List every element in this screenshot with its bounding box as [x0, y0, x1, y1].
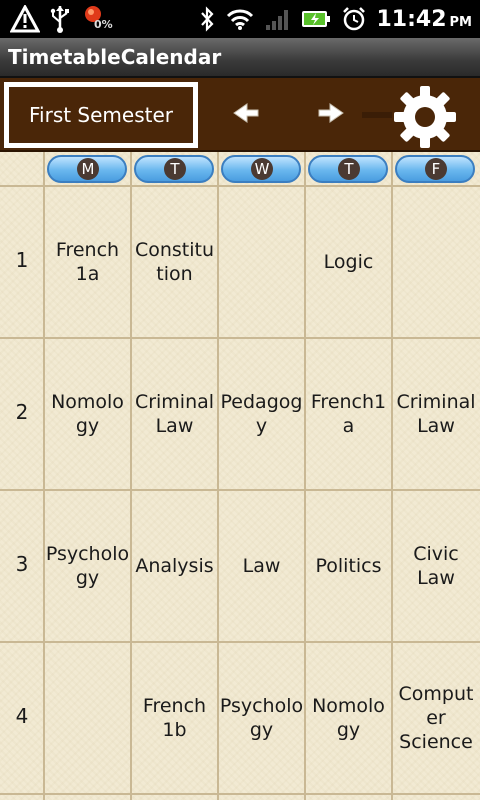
day-header-4[interactable]: T: [308, 155, 388, 183]
timetable-cell[interactable]: Pedagog y: [218, 338, 305, 490]
timetable-cell[interactable]: Constitu tion: [131, 186, 218, 338]
timetable-cell[interactable]: Politics: [305, 490, 392, 642]
day-header-3[interactable]: W: [221, 155, 301, 183]
timetable-cell[interactable]: Civic Law: [392, 490, 480, 642]
status-bar: 0% 11:42 PM: [0, 0, 480, 38]
day-header-5[interactable]: F: [395, 155, 475, 183]
day-letter: M: [77, 158, 99, 180]
title-bar: TimetableCalendar: [0, 38, 480, 78]
app-title: TimetableCalendar: [8, 45, 222, 69]
semester-selector-button[interactable]: First Semester: [4, 82, 198, 148]
timetable-cell[interactable]: Comput er Science: [392, 642, 480, 794]
timetable-cell[interactable]: Criminal Law: [131, 338, 218, 490]
timetable-cell[interactable]: Psycholo gy: [44, 490, 131, 642]
day-header-1[interactable]: M: [47, 155, 127, 183]
period-number: 1: [15, 248, 29, 272]
clock: 11:42 PM: [377, 7, 473, 32]
status-left-icons: [10, 3, 106, 35]
alarm-icon: [342, 7, 365, 31]
arrow-right-icon[interactable]: [316, 99, 346, 127]
timetable-cell[interactable]: Analysis: [131, 490, 218, 642]
clock-time: 11:42: [376, 6, 447, 32]
timetable-cell[interactable]: [392, 186, 480, 338]
signal-icon: [265, 10, 288, 30]
timetable-cell[interactable]: Nomolo gy: [305, 642, 392, 794]
timetable-cell[interactable]: Nomolo gy: [44, 338, 131, 490]
period-number: 2: [15, 400, 29, 424]
arrow-left-icon[interactable]: [231, 99, 261, 127]
usb-icon: [50, 6, 69, 33]
period-number: 4: [15, 704, 29, 728]
day-letter: T: [164, 158, 186, 180]
timetable-cell[interactable]: Logic: [305, 186, 392, 338]
timetable-cell[interactable]: French1 a: [305, 338, 392, 490]
timetable-cell[interactable]: Law: [218, 490, 305, 642]
timetable-cell[interactable]: Psycholo gy: [218, 642, 305, 794]
clock-ampm: PM: [449, 14, 472, 30]
timetable-cell[interactable]: Criminal Law: [392, 338, 480, 490]
warning-icon: [10, 5, 40, 33]
timetable-cell[interactable]: [218, 186, 305, 338]
divider-decoration: [362, 112, 392, 118]
day-letter: T: [338, 158, 360, 180]
day-letter: F: [425, 158, 447, 180]
battery-charging-icon: [301, 11, 330, 27]
timetable-cell[interactable]: French 1a: [44, 186, 131, 338]
wifi-icon: [226, 9, 253, 30]
gear-icon[interactable]: [392, 84, 458, 150]
battery-percent: 0%: [94, 18, 113, 31]
period-number: 3: [15, 552, 29, 576]
timetable-cell[interactable]: French 1b: [131, 642, 218, 794]
status-right-icons: 11:42 PM: [199, 0, 473, 38]
timetable-cell[interactable]: [44, 642, 131, 794]
day-header-2[interactable]: T: [134, 155, 214, 183]
day-letter: W: [251, 158, 273, 180]
timetable-grid: M T W T F 1 French 1a Constitu tion Logic 2 Nomolo…: [0, 152, 480, 800]
bluetooth-icon: [200, 6, 214, 32]
toolbar: First Semester: [0, 78, 480, 152]
